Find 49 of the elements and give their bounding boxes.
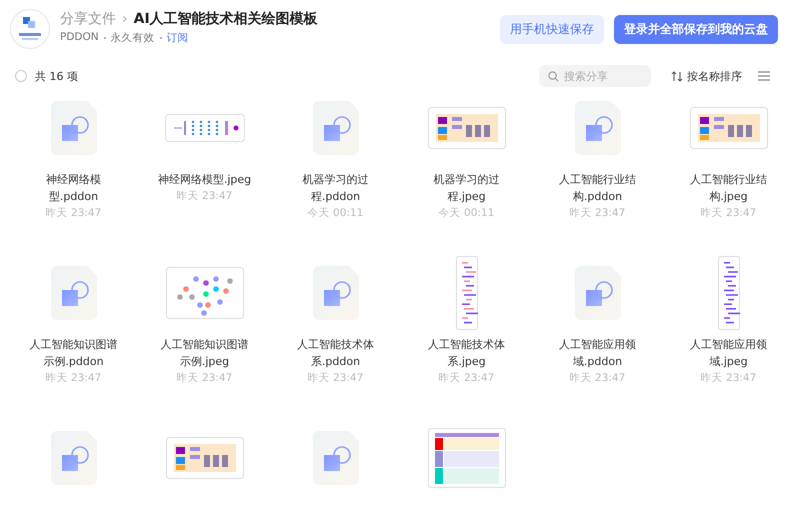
file-date: 昨天 23:47	[46, 206, 102, 221]
file-date: 昨天 23:47	[176, 371, 232, 386]
document-icon	[574, 101, 620, 155]
file-date: 今天 00:11	[308, 206, 364, 221]
file-name[interactable]: 人工智能知识图谱示例.jpeg	[160, 336, 250, 370]
file-date: 昨天 23:47	[438, 371, 494, 386]
file-name[interactable]: 机器学习的过程.jpeg	[422, 171, 512, 205]
file-name[interactable]: 人工智能技术体系.pddon	[290, 336, 380, 370]
file-name[interactable]: 机器学习的过程.pddon	[290, 171, 380, 205]
file-name[interactable]: 人工智能技术体系.jpeg	[422, 336, 512, 370]
file-date: 昨天 23:47	[570, 206, 626, 221]
sort-icon	[671, 70, 683, 82]
file-date: 昨天 23:47	[570, 371, 626, 386]
document-icon	[312, 101, 358, 155]
subscribe-link[interactable]: 订阅	[166, 30, 189, 44]
menu-icon[interactable]	[758, 71, 770, 81]
sort-button[interactable]: 按名称排序	[671, 68, 742, 84]
document-icon	[50, 266, 96, 320]
separator-dot-icon	[104, 36, 106, 38]
file-date: 今天 00:11	[438, 206, 494, 221]
document-icon	[574, 266, 620, 320]
file-name[interactable]: 神经网络模型.pddon	[28, 171, 118, 205]
item-count: 共 16 项	[35, 68, 79, 84]
document-icon	[312, 431, 358, 485]
file-name[interactable]: 人工智能应用领域.pddon	[552, 336, 642, 370]
share-title: AI人工智能技术相关绘图模板	[134, 10, 318, 28]
file-name[interactable]: 人工智能行业结构.pddon	[552, 171, 642, 205]
search-field[interactable]: 搜索分享	[539, 65, 651, 87]
file-date: 昨天 23:47	[308, 371, 364, 386]
breadcrumb-separator: ›	[122, 10, 128, 26]
document-icon	[50, 101, 96, 155]
document-icon	[50, 431, 96, 485]
logo-icon	[10, 9, 50, 49]
owner-name: PDDON	[60, 30, 99, 44]
separator-dot-icon	[160, 36, 162, 38]
validity-text: 永久有效	[110, 30, 155, 44]
file-name[interactable]: 神经网络模型.jpeg	[150, 171, 260, 188]
file-date: 昨天 23:47	[46, 371, 102, 386]
save-all-button[interactable]: 登录并全部保存到我的云盘	[614, 14, 778, 44]
file-name[interactable]: 人工智能应用领域.jpeg	[684, 336, 774, 370]
file-name[interactable]: 人工智能知识图谱示例.pddon	[28, 336, 118, 370]
file-date: 昨天 23:47	[700, 371, 756, 386]
search-icon	[548, 70, 559, 82]
select-all-checkbox[interactable]	[15, 70, 27, 82]
file-name[interactable]: 人工智能行业结构.jpeg	[684, 171, 774, 205]
file-date: 昨天 23:47	[176, 189, 232, 204]
document-icon	[312, 266, 358, 320]
save-by-phone-button[interactable]: 用手机快速保存	[500, 14, 604, 44]
file-date: 昨天 23:47	[700, 206, 756, 221]
